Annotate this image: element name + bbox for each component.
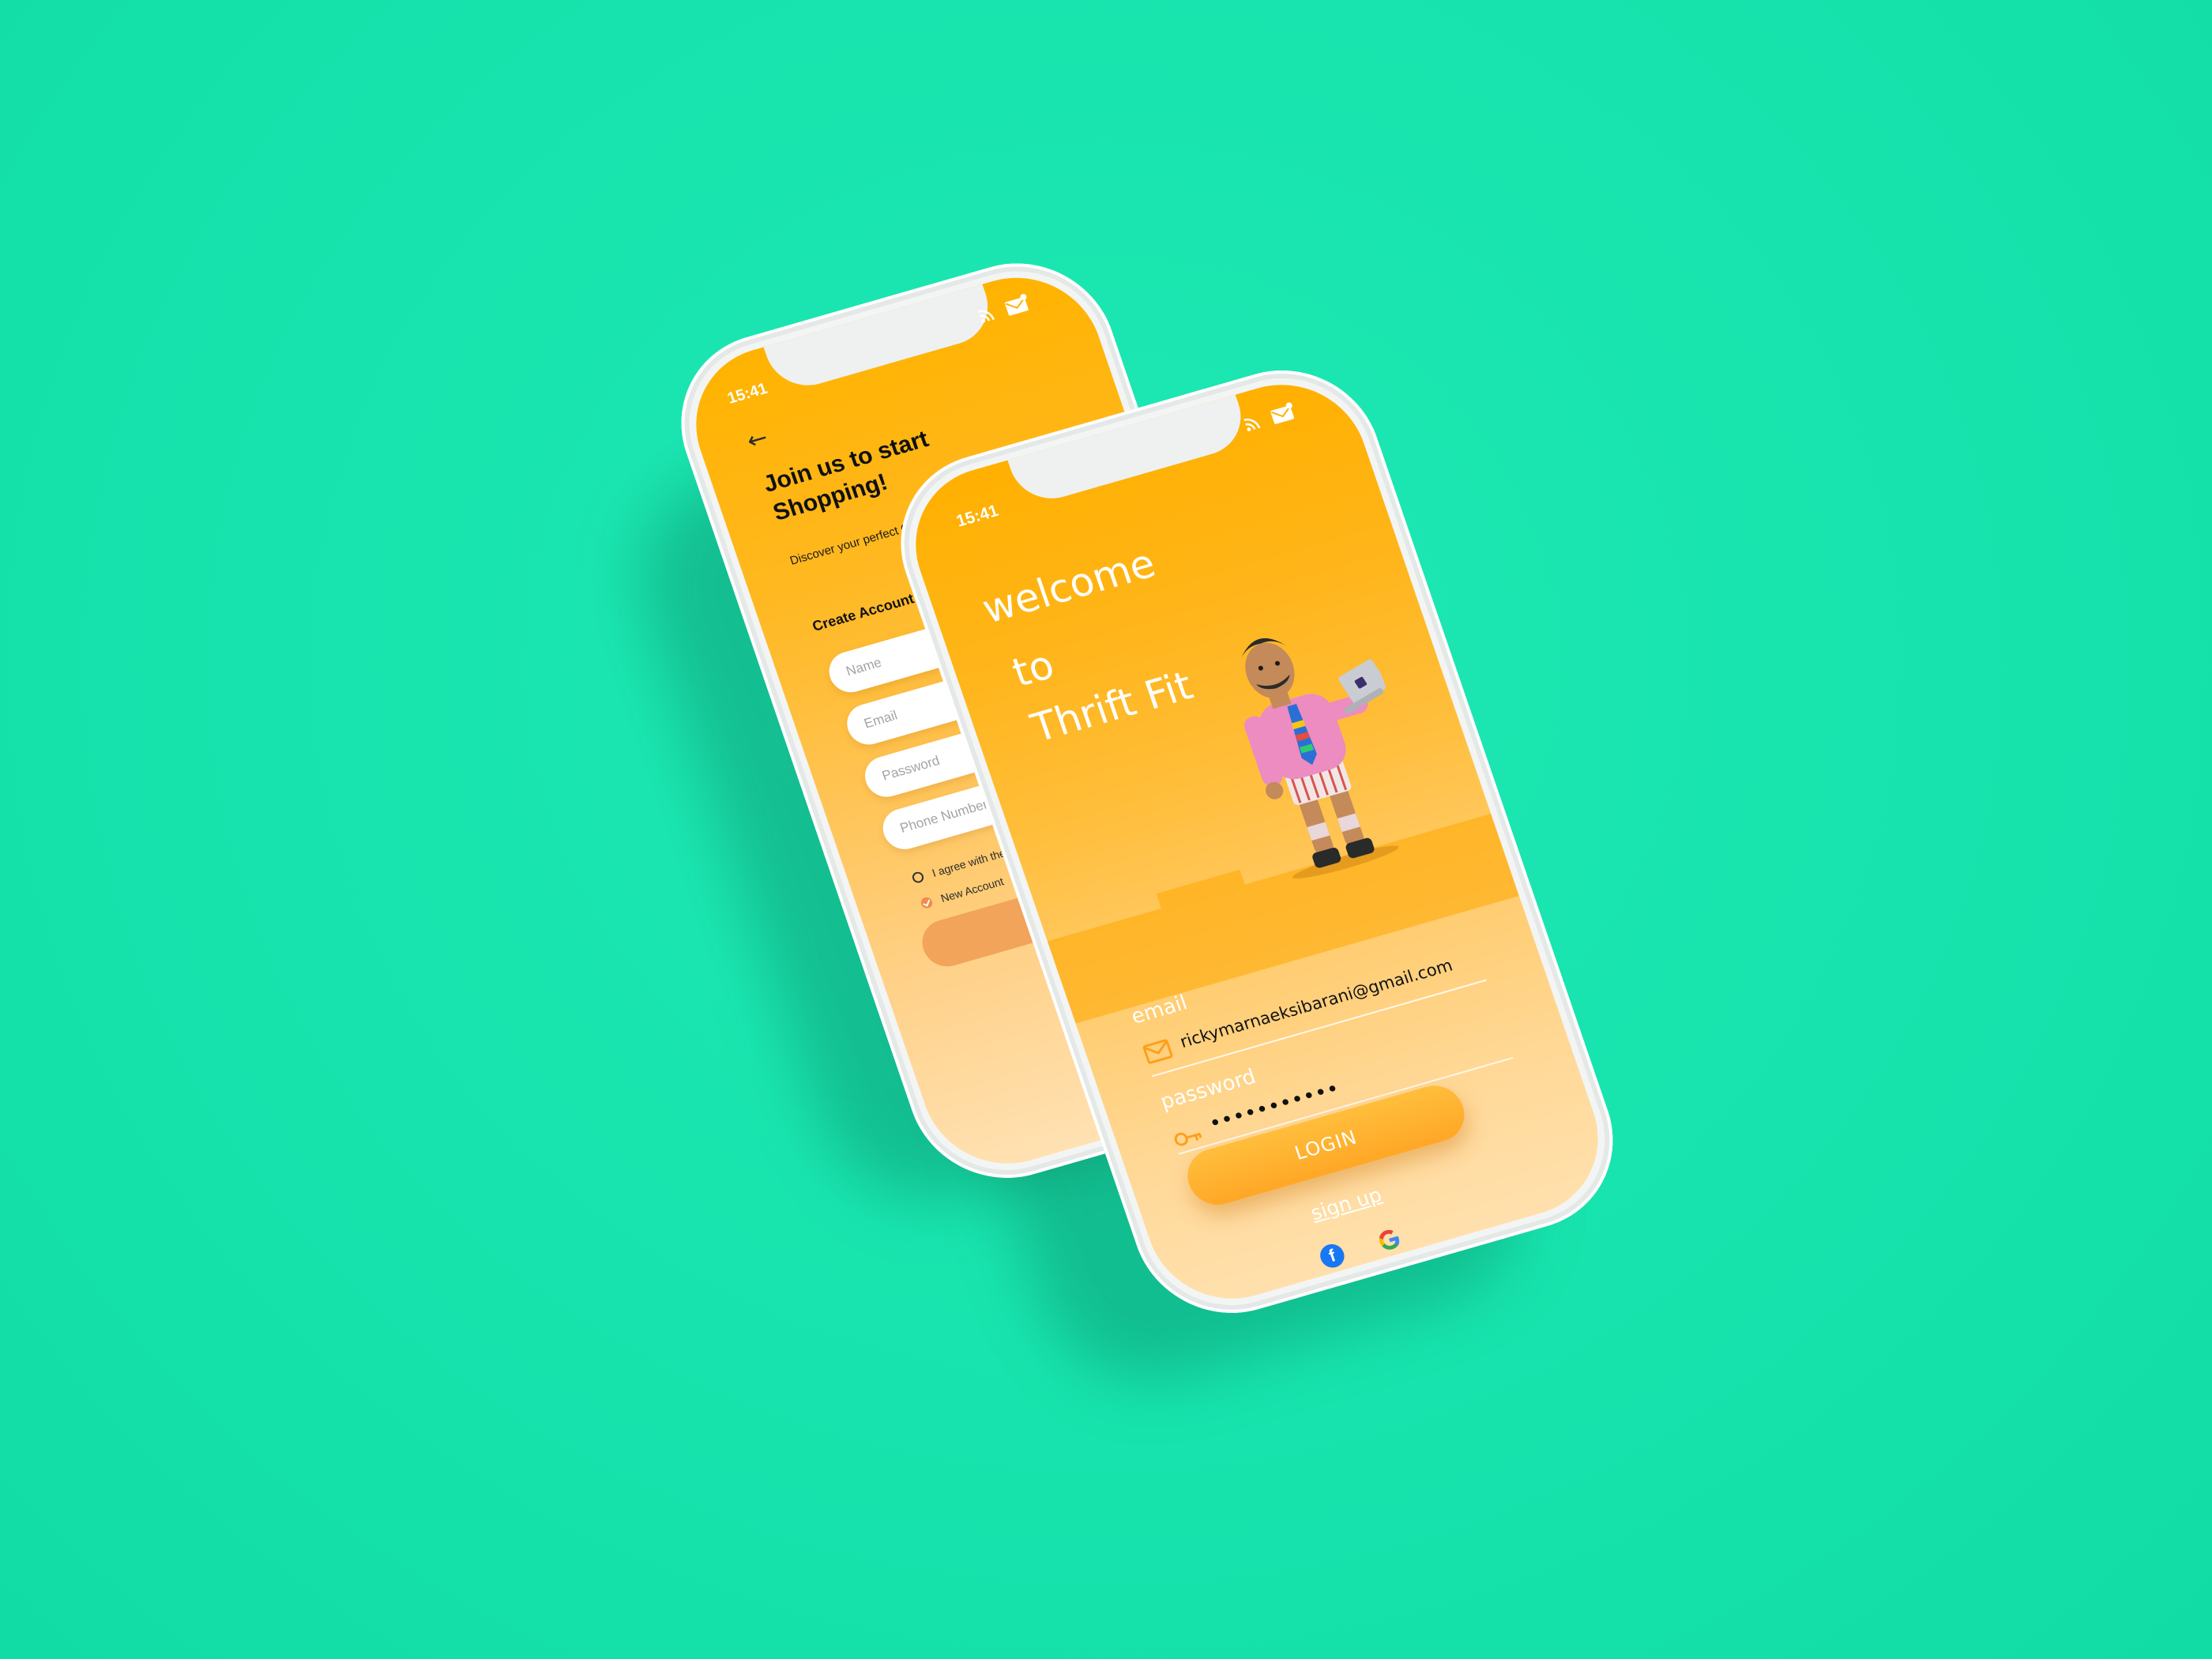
new-account-checkbox[interactable] [920,896,935,910]
status-time: 15:41 [954,502,1001,531]
name-placeholder: Name [844,654,884,679]
terms-checkbox[interactable] [911,871,926,885]
password-placeholder: Password [879,753,942,784]
google-icon[interactable] [1373,1224,1405,1255]
phone-notch [762,282,999,395]
character-illustration [1240,638,1399,879]
new-account-label: New Account [939,875,1006,905]
status-time: 15:41 [725,379,770,408]
back-arrow-icon[interactable]: ← [743,423,772,455]
welcome-line-1: welcome [976,540,1161,633]
mail-icon [1270,402,1295,424]
email-placeholder: Email [862,707,900,732]
facebook-icon[interactable]: f [1317,1241,1348,1271]
create-account-heading: Create Account [810,590,916,634]
mail-icon [1004,294,1029,316]
page-subtitle: Discover your perfect C [788,521,912,568]
envelope-icon [1142,1039,1173,1064]
phone-number-placeholder: Phone Number [897,796,990,836]
wifi-icon [1243,418,1261,431]
status-icons [1241,401,1297,434]
welcome-heading: welcome to Thrift Fit [976,540,1201,751]
